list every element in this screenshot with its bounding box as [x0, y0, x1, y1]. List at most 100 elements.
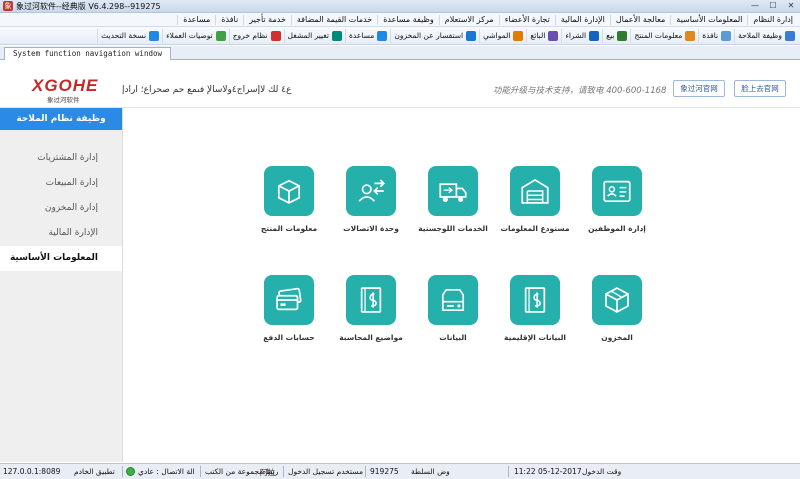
sidebar-heading[interactable]: وظيفة نظام الملاحة: [0, 108, 122, 130]
sidebar-item[interactable]: إدارة المبيعات: [0, 171, 122, 196]
switch-operator-icon: [331, 30, 342, 41]
module-tile[interactable]: وحدة الاتصالات: [331, 166, 411, 233]
help-icon: [377, 30, 388, 41]
module-label: البيانات: [439, 333, 467, 342]
toolbar-button-label: تغيير المشغل: [287, 31, 329, 40]
minimize-button[interactable]: —: [748, 1, 762, 11]
module-tile[interactable]: حسابات الدفع: [249, 275, 329, 342]
module-tile-background[interactable]: [264, 166, 314, 216]
app-logo-icon: 象: [3, 1, 13, 11]
truck-icon: [439, 183, 467, 203]
toolbar-button-label: البائع: [530, 31, 546, 40]
status-divider: [283, 466, 284, 477]
sidebar-item[interactable]: المعلومات الأساسية: [0, 246, 122, 271]
server-label: تطبيق الخادم: [74, 467, 115, 476]
toolbar-button[interactable]: مساعدة: [344, 28, 390, 43]
company-name: 阿拉: [260, 468, 275, 477]
module-tile[interactable]: إدارة الموظفين: [577, 166, 657, 233]
contacts-exchange-icon: [358, 179, 385, 202]
menu-basic-information[interactable]: المعلومات الأساسية: [670, 14, 747, 25]
official-site-button[interactable]: 象过河官网: [673, 80, 725, 97]
module-tile[interactable]: مستودع المعلومات: [495, 166, 575, 233]
navigation-icon: [785, 30, 795, 41]
sidebar-item[interactable]: الإدارة المالية: [0, 221, 122, 246]
toolbar-button-label: نظام خروج: [232, 31, 268, 40]
menu-member-trade[interactable]: تجارة الأعضاء: [498, 14, 555, 25]
sale-icon: [617, 30, 628, 41]
toolbar-button[interactable]: نظام خروج: [228, 28, 284, 43]
menu-system-management[interactable]: إدارة النظام: [747, 14, 798, 25]
sidebar-item[interactable]: إدارة المشتريات: [0, 146, 122, 171]
toolbar-button[interactable]: الشراء: [561, 28, 602, 43]
authority-value: 919275: [370, 467, 399, 476]
toolbar-button-label: الشراء: [565, 31, 587, 40]
sidebar-items: إدارة المشتريات إدارة المبيعات إدارة المخز…: [0, 146, 122, 271]
sidebar-item[interactable]: إدارة المخزون: [0, 196, 122, 221]
module-tile-background[interactable]: [592, 275, 642, 325]
toolbar-button[interactable]: معلومات المنتج: [630, 28, 698, 43]
module-tile-background[interactable]: [346, 166, 396, 216]
connection-status-icon: [126, 467, 135, 476]
toolbar-button[interactable]: بيع: [602, 28, 630, 43]
toolbar-button[interactable]: توصيات العملاء: [162, 28, 229, 43]
module-grid: معلومات المنتج وحدة الاتصالات الخدمات اللو…: [124, 108, 800, 462]
status-divider: [508, 466, 509, 477]
brand-logo-subtitle: 象过河软件: [47, 96, 80, 104]
module-tile-background[interactable]: [592, 166, 642, 216]
toolbar-button[interactable]: البائع: [526, 28, 561, 43]
authority-label: وض السلطة: [411, 467, 450, 476]
toolbar-button-label: نافذة: [702, 31, 719, 40]
window-controls: — ☐ ✕: [748, 1, 798, 11]
toolbar-button[interactable]: وظيفة الملاحة: [734, 28, 798, 43]
maximize-button[interactable]: ☐: [766, 1, 780, 11]
login-user-label: مستخدم تسجيل الدخول: [288, 467, 363, 476]
accounting-book-icon: [360, 287, 382, 313]
menu-value-added-services[interactable]: خدمات القيمة المضافة: [290, 14, 377, 25]
module-tile-background[interactable]: [510, 275, 560, 325]
brand-logo: XGOHE: [32, 76, 99, 95]
window-title: 象过河软件--经典版 V6.4.298--919275: [16, 1, 161, 11]
module-tile[interactable]: معلومات المنتج: [249, 166, 329, 233]
module-label: حسابات الدفع: [263, 333, 315, 342]
module-tile[interactable]: مواضيع المحاسبة: [331, 275, 411, 342]
tab-navigation-window[interactable]: System function navigation window: [4, 47, 172, 60]
module-tile-background[interactable]: [510, 166, 560, 216]
id-card-icon: [603, 180, 631, 203]
module-label: المخزون: [601, 333, 633, 342]
module-tile-background[interactable]: [428, 275, 478, 325]
sidebar: وظيفة نظام الملاحة إدارة المشتريات إدارة …: [0, 108, 123, 462]
menu-help[interactable]: مساعدة: [177, 14, 215, 25]
module-tile[interactable]: المخزون: [577, 275, 657, 342]
forum-button[interactable]: 脸上去官网: [734, 80, 786, 97]
module-tile[interactable]: الخدمات اللوجستية: [413, 166, 493, 233]
status-bar: 127.0.0.1:8089 تطبيق الخادم الة الاتصال …: [0, 463, 800, 479]
toolbar-button-label: نسخة التحديث: [101, 31, 147, 40]
toolbar-button[interactable]: نسخة التحديث: [97, 28, 162, 43]
module-tile-background[interactable]: [264, 275, 314, 325]
toolbar-button-label: استفسار عن المخزون: [394, 31, 464, 40]
toolbar-button-label: بيع: [606, 31, 615, 40]
module-tile-background[interactable]: [346, 275, 396, 325]
menu-business-processing[interactable]: معالجة الأعمال: [609, 14, 670, 25]
toolbar-button[interactable]: تغيير المشغل: [283, 28, 345, 43]
menu-helper-functions[interactable]: وظيفة مساعدة: [377, 14, 439, 25]
menu-query-center[interactable]: مركز الاستعلام: [438, 14, 499, 25]
module-tile[interactable]: البيانات: [413, 275, 493, 342]
close-button[interactable]: ✕: [784, 1, 798, 11]
module-tile-background[interactable]: [428, 166, 478, 216]
app-icon-glyph: 象: [4, 1, 12, 10]
login-time: 11:22 05-12-2017: [514, 467, 582, 476]
module-label: مواضيع المحاسبة: [339, 333, 403, 342]
stock-icon: [513, 30, 524, 41]
menu-financial-management[interactable]: الإدارة المالية: [554, 14, 610, 25]
payment-cards-icon: [276, 287, 302, 311]
toolbar-button-label: المواشي: [483, 31, 511, 40]
toolbar-button[interactable]: استفسار عن المخزون: [390, 28, 479, 43]
module-tile[interactable]: البيانات الإقليمية: [495, 275, 575, 342]
menu-rental-service[interactable]: خدمة تأجير: [243, 14, 291, 25]
login-time-label: وقت الدخول: [582, 467, 622, 476]
toolbar-button-label: معلومات المنتج: [634, 31, 683, 40]
toolbar-button[interactable]: المواشي: [479, 28, 526, 43]
menu-window[interactable]: نافذة: [215, 14, 243, 25]
toolbar-button[interactable]: نافذة: [698, 28, 734, 43]
